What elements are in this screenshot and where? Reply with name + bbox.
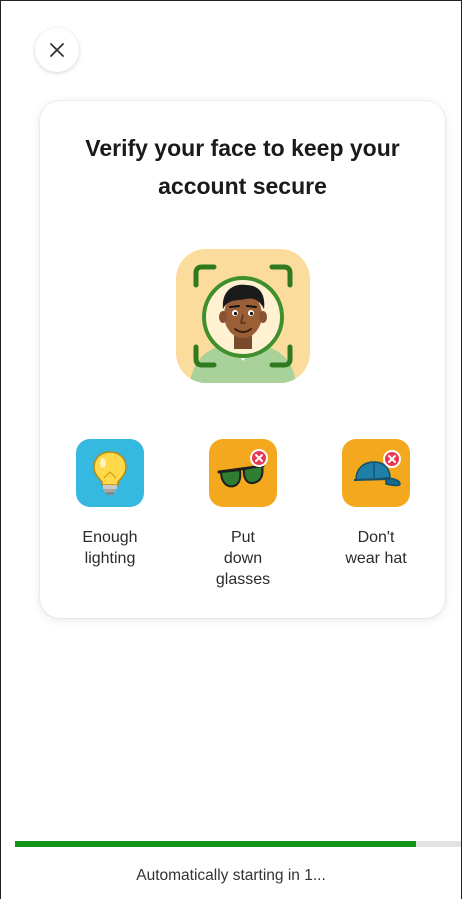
face-verification-screen: Verify your face to keep your account se… <box>0 0 462 899</box>
close-button[interactable] <box>35 28 79 72</box>
tip-hat: Don't wear hat <box>316 439 436 569</box>
countdown-progress-bar <box>15 841 461 847</box>
tip-label: Don't wear hat <box>345 529 407 567</box>
auto-start-status: Automatically starting in 1... <box>136 867 326 884</box>
close-icon <box>50 43 64 57</box>
tip-label: Put down glasses <box>215 529 271 588</box>
verification-card: Verify your face to keep your account se… <box>40 101 445 618</box>
face-scan-icon <box>176 249 310 383</box>
sunglasses-crossed-icon <box>209 439 277 507</box>
lightbulb-icon <box>76 439 144 507</box>
progress-fill <box>15 841 417 847</box>
card-title: Verify your face to keep your account se… <box>85 135 400 199</box>
tip-glasses: Put down glasses <box>183 439 303 590</box>
tip-lighting: Enough lighting <box>50 439 170 569</box>
cap-crossed-icon <box>342 439 410 507</box>
tip-label: Enough lighting <box>82 529 138 567</box>
